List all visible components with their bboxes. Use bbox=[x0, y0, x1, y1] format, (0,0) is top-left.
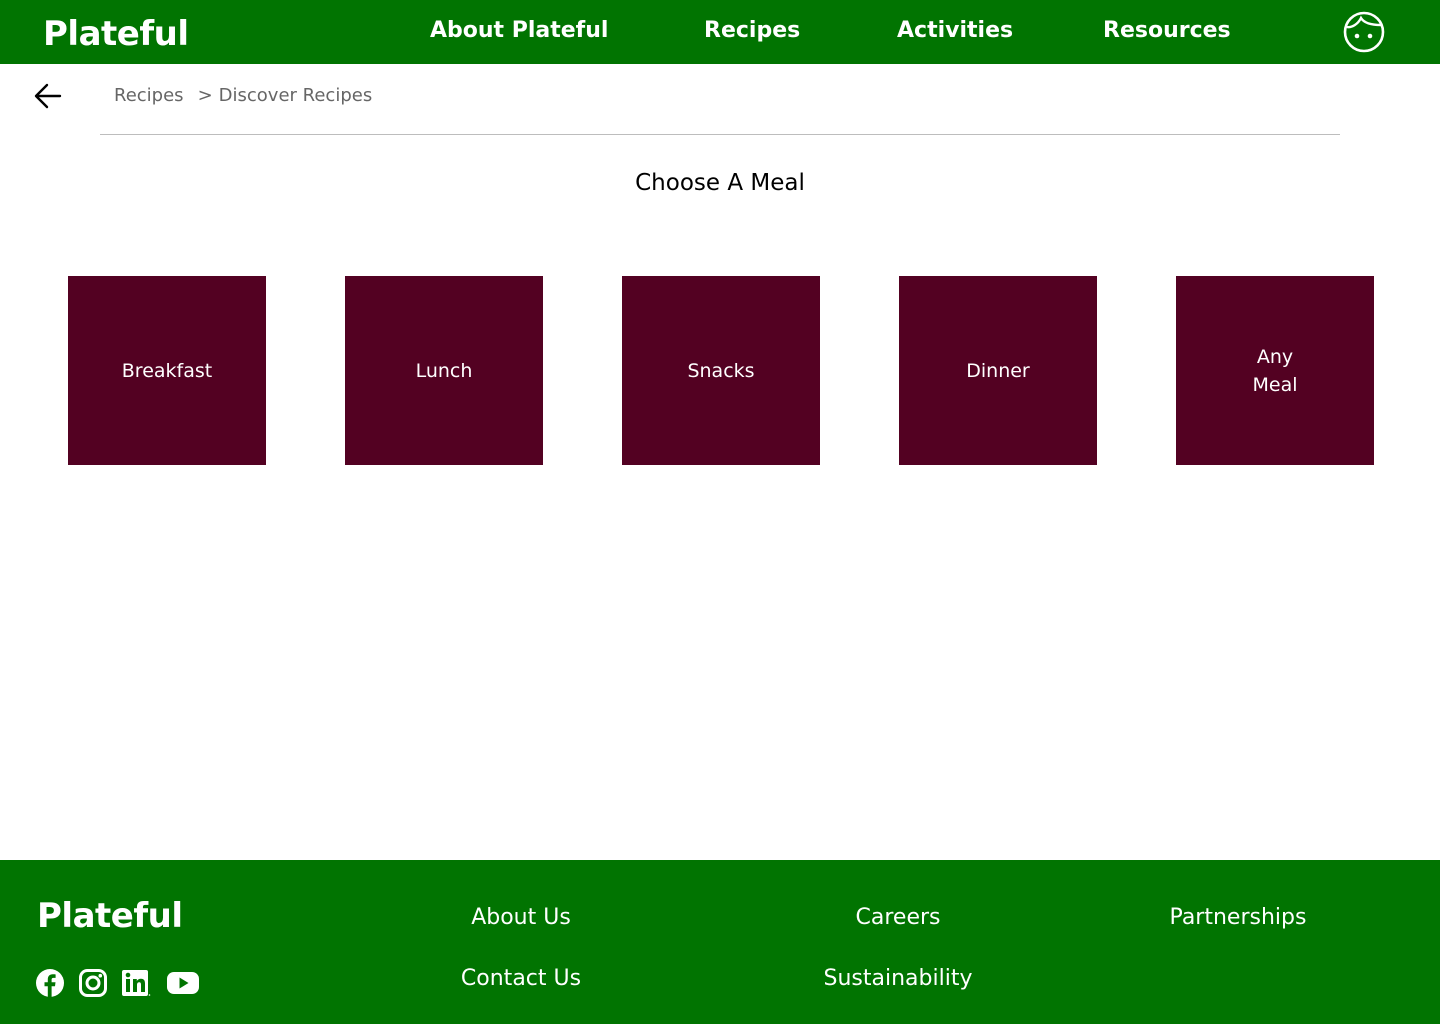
facebook-icon[interactable] bbox=[35, 968, 65, 998]
footer-plateful-logo[interactable]: Plateful bbox=[37, 896, 183, 936]
divider bbox=[100, 134, 1340, 135]
footer-partnerships-link[interactable]: Partnerships bbox=[1138, 903, 1338, 933]
footer: Plateful About Us Contact Us Careers Sus… bbox=[0, 860, 1440, 1024]
meal-tile-label: Lunch bbox=[415, 359, 473, 382]
footer-contact-us-link[interactable]: Contact Us bbox=[421, 964, 621, 994]
linkedin-icon[interactable] bbox=[121, 968, 151, 998]
breadcrumb: Recipes > Discover Recipes bbox=[114, 84, 372, 108]
nav-activities[interactable]: Activities bbox=[897, 16, 1013, 46]
plateful-logo[interactable]: Plateful bbox=[43, 14, 189, 54]
profile-face-icon[interactable] bbox=[1342, 10, 1386, 54]
meal-tile-any-meal[interactable]: Any Meal bbox=[1176, 276, 1374, 465]
youtube-icon[interactable] bbox=[166, 968, 200, 998]
footer-about-us-link[interactable]: About Us bbox=[421, 903, 621, 933]
meal-tile-label: Snacks bbox=[687, 359, 755, 382]
meal-tile-label: Any Meal bbox=[1252, 345, 1298, 396]
back-arrow-icon[interactable] bbox=[33, 82, 63, 110]
nav-recipes[interactable]: Recipes bbox=[704, 16, 800, 46]
meal-tile-snacks[interactable]: Snacks bbox=[622, 276, 820, 465]
footer-sustainability-link[interactable]: Sustainability bbox=[798, 964, 998, 994]
meal-tile-breakfast[interactable]: Breakfast bbox=[68, 276, 266, 465]
meal-tile-dinner[interactable]: Dinner bbox=[899, 276, 1097, 465]
nav-about-plateful[interactable]: About Plateful bbox=[430, 16, 608, 46]
instagram-icon[interactable] bbox=[78, 968, 108, 998]
nav-resources[interactable]: Resources bbox=[1103, 16, 1231, 46]
footer-careers-link[interactable]: Careers bbox=[798, 903, 998, 933]
meal-tile-label: Dinner bbox=[966, 359, 1030, 382]
meal-tile-label: Breakfast bbox=[121, 359, 213, 382]
page-title: Choose A Meal bbox=[635, 170, 805, 196]
top-navigation-bar: Plateful About Plateful Recipes Activiti… bbox=[0, 0, 1440, 64]
breadcrumb-recipes[interactable]: Recipes bbox=[114, 85, 184, 106]
breadcrumb-separator: > bbox=[197, 85, 213, 106]
breadcrumb-discover-recipes[interactable]: Discover Recipes bbox=[219, 85, 373, 106]
meal-tile-lunch[interactable]: Lunch bbox=[345, 276, 543, 465]
